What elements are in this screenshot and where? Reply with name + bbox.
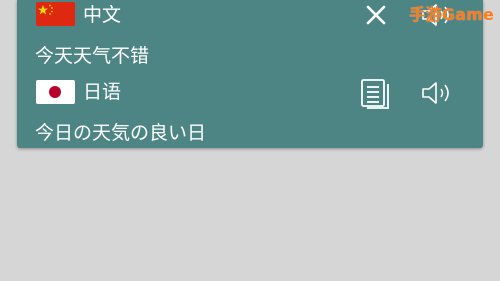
target-language-label: 日语 bbox=[83, 81, 122, 103]
target-language-row[interactable]: 日语 bbox=[17, 77, 483, 107]
japan-flag-icon bbox=[36, 80, 75, 104]
target-text[interactable]: 今日の天気の良い日 bbox=[35, 118, 206, 145]
japan-flag-disc bbox=[49, 86, 61, 98]
copy-button[interactable] bbox=[357, 77, 393, 111]
watermark-logo: 手游Game bbox=[409, 5, 494, 24]
china-flag-icon bbox=[36, 2, 75, 26]
close-button[interactable] bbox=[361, 0, 391, 30]
speaker-icon bbox=[422, 82, 449, 104]
source-text[interactable]: 今天天气不错 bbox=[35, 41, 149, 68]
page: 中文 今天天气不错 日语 今日の天気の良い日 手游Game bbox=[0, 0, 500, 281]
target-speak-button[interactable] bbox=[417, 78, 457, 108]
close-icon bbox=[366, 5, 386, 25]
source-language-label: 中文 bbox=[83, 4, 122, 26]
copy-icon bbox=[361, 79, 389, 109]
